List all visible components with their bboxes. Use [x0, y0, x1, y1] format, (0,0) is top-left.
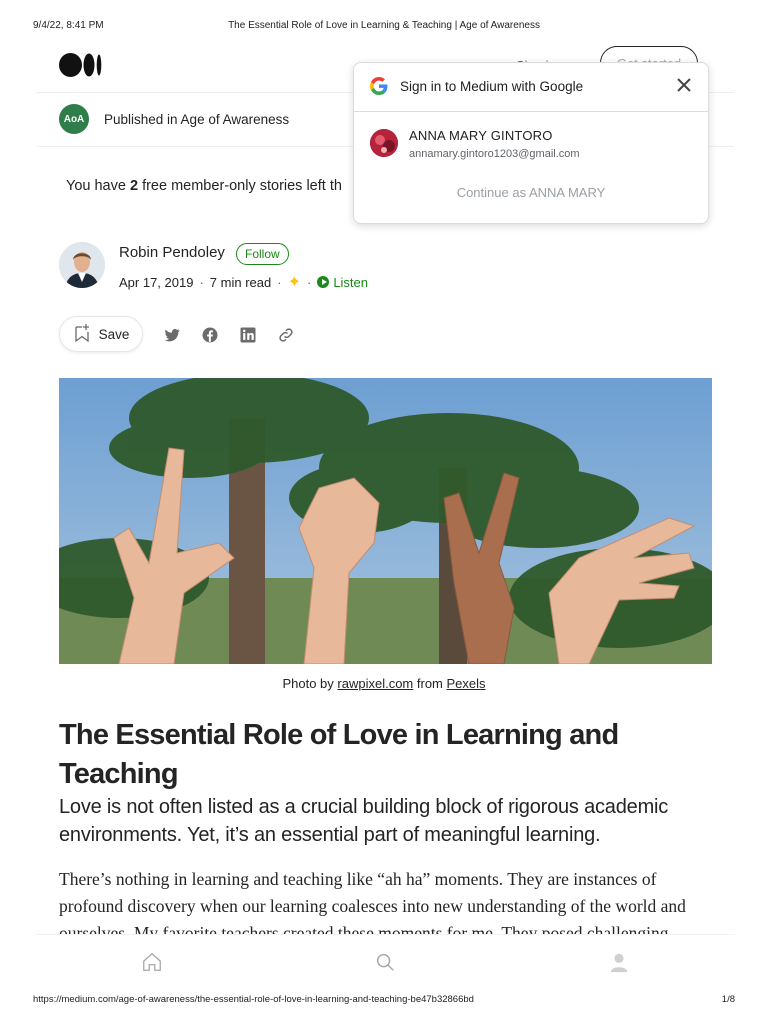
published-in-label[interactable]: Published in Age of Awareness [104, 112, 289, 127]
member-stories-notice: You have 2 free member-only stories left… [66, 178, 354, 194]
bookmark-add-icon [73, 323, 91, 346]
profile-icon[interactable] [608, 951, 630, 973]
google-logo-icon [370, 77, 388, 95]
play-icon [317, 276, 330, 288]
google-popup-header: Sign in to Medium with Google [354, 63, 708, 112]
print-url: https://medium.com/age-of-awareness/the-… [33, 994, 474, 1005]
save-button[interactable]: Save [59, 316, 143, 352]
home-icon[interactable] [141, 951, 163, 973]
caption-prefix: Photo by [282, 676, 338, 691]
print-page-number: 1/8 [721, 994, 735, 1005]
bottom-navigation [36, 934, 734, 991]
continue-as-button[interactable]: Continue as ANNA MARY [354, 185, 708, 200]
article-meta: Apr 17, 2019 · 7 min read · ✦ · Listen [119, 272, 368, 292]
separator-dot: · [199, 274, 204, 290]
print-header: 9/4/22, 8:41 PM The Essential Role of Lo… [0, 20, 768, 34]
publish-date: Apr 17, 2019 [119, 274, 194, 290]
member-star-icon: ✦ [287, 274, 301, 291]
caption-middle: from [413, 676, 447, 691]
separator-dot: · [306, 274, 312, 290]
author-name[interactable]: Robin Pendoley [119, 244, 225, 261]
notice-prefix: You have [66, 178, 130, 194]
notice-suffix: free member-only stories left th [138, 178, 342, 194]
google-signin-popup: Sign in to Medium with Google ANNA MARY … [353, 62, 709, 224]
listen-label: Listen [333, 274, 369, 290]
caption-source-link[interactable]: Pexels [447, 676, 486, 691]
article-subtitle: Love is not often listed as a crucial bu… [59, 796, 669, 846]
caption-credit-link[interactable]: rawpixel.com [337, 676, 413, 691]
linkedin-icon[interactable] [239, 326, 257, 344]
medium-logo[interactable] [59, 52, 103, 78]
read-time: 7 min read [209, 274, 272, 290]
google-popup-title: Sign in to Medium with Google [400, 79, 584, 94]
hero-image [59, 378, 712, 664]
notice-count: 2 [129, 178, 139, 194]
author-avatar[interactable] [59, 242, 105, 288]
close-icon[interactable] [674, 75, 694, 95]
print-page-title: The Essential Role of Love in Learning &… [228, 20, 540, 31]
print-footer: https://medium.com/age-of-awareness/the-… [0, 994, 768, 1008]
save-label: Save [98, 326, 130, 342]
twitter-icon[interactable] [163, 326, 181, 344]
listen-button[interactable]: Listen [317, 275, 368, 290]
search-icon[interactable] [374, 951, 396, 973]
account-name[interactable]: ANNA MARY GINTORO [409, 128, 553, 143]
account-avatar[interactable] [370, 129, 398, 157]
publication-logo[interactable]: AoA [59, 104, 89, 134]
article-title: The Essential Role of Love in Learning a… [59, 719, 619, 790]
article-body: There’s nothing in learning and teaching… [59, 869, 686, 936]
link-icon[interactable] [277, 326, 295, 344]
facebook-icon[interactable] [201, 326, 219, 344]
separator-dot: · [277, 274, 282, 290]
follow-button[interactable]: Follow [236, 243, 289, 265]
image-caption: Photo by rawpixel.com from Pexels [0, 676, 768, 691]
account-email[interactable]: annamary.gintoro1203@gmail.com [409, 148, 580, 160]
publication-row[interactable]: AoA Published in Age of Awareness [59, 103, 289, 135]
